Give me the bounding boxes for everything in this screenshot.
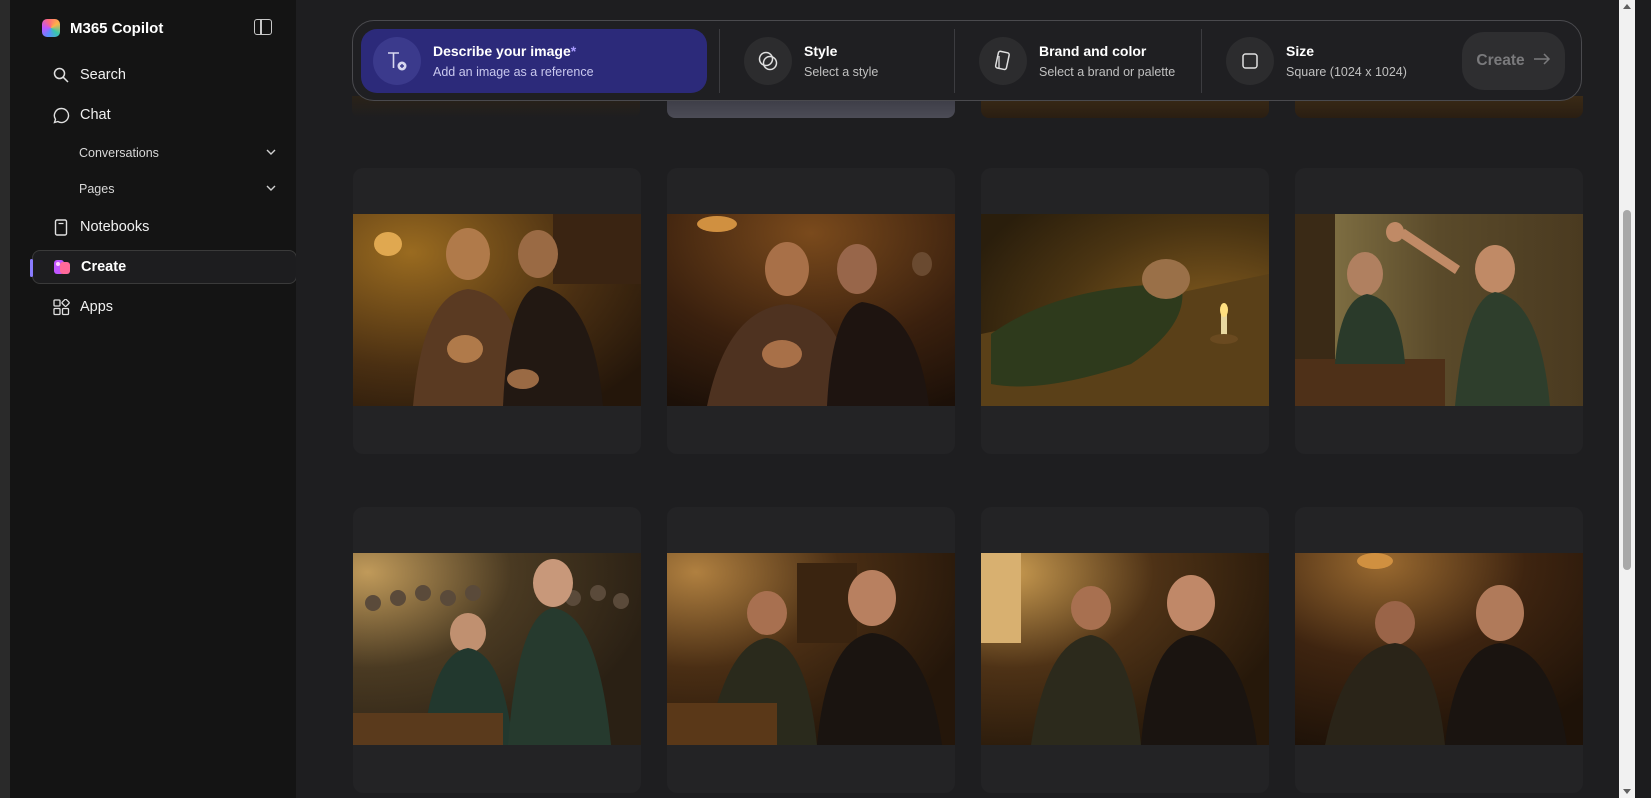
generated-image[interactable]	[1295, 553, 1583, 745]
sidebar-item-notebooks[interactable]: Notebooks	[32, 210, 297, 244]
sidebar-item-chat[interactable]: Chat	[32, 98, 297, 132]
style-label: Style	[804, 42, 838, 59]
generated-image[interactable]	[353, 553, 641, 745]
notebook-icon	[52, 218, 70, 236]
generated-image[interactable]	[667, 214, 955, 406]
describe-text: Describe your image* Add an image as a r…	[433, 41, 594, 81]
sidebar-item-create[interactable]: Create	[30, 250, 297, 284]
create-button[interactable]: Create	[1462, 32, 1565, 90]
toolbar-divider	[719, 28, 720, 93]
search-icon	[52, 66, 70, 84]
image-card[interactable]	[353, 507, 641, 793]
size-label: Size	[1286, 42, 1315, 59]
brand-sub: Select a brand or palette	[1039, 64, 1176, 79]
describe-image-button[interactable]: Describe your image* Add an image as a r…	[361, 28, 707, 93]
copilot-logo-icon	[42, 19, 60, 37]
sidebar: M365 Copilot Search Chat Conversations P…	[0, 0, 297, 798]
toolbar-divider	[1201, 28, 1202, 93]
create-icon	[53, 258, 71, 276]
sidebar-item-label: Chat	[80, 107, 111, 123]
brand-text: Brand and color Select a brand or palett…	[1039, 41, 1175, 81]
sidebar-item-label: Search	[80, 67, 126, 83]
style-button[interactable]: Style Select a style	[732, 29, 942, 93]
collapse-sidebar-icon[interactable]	[254, 19, 272, 35]
generated-image[interactable]	[667, 553, 955, 745]
image-card[interactable]	[353, 168, 641, 454]
scroll-down-icon[interactable]	[1623, 789, 1631, 794]
describe-label-text: Describe your image	[433, 42, 571, 59]
size-button[interactable]: Size Square (1024 x 1024)	[1214, 29, 1434, 93]
generated-image[interactable]	[1295, 214, 1583, 406]
image-card[interactable]	[981, 507, 1269, 793]
image-card[interactable]	[667, 507, 955, 793]
scroll-up-icon[interactable]	[1623, 4, 1631, 9]
chat-icon	[52, 106, 70, 124]
square-icon	[1226, 36, 1274, 85]
sidebar-item-label: Create	[81, 259, 127, 275]
brand-label: Brand and color	[1039, 42, 1147, 59]
image-card[interactable]	[1295, 507, 1583, 793]
image-card[interactable]	[667, 168, 955, 454]
image-prompt-toolbar: Describe your image* Add an image as a r…	[352, 20, 1582, 101]
sidebar-item-pages[interactable]: Pages	[32, 174, 297, 204]
style-sub: Select a style	[804, 64, 879, 79]
main-content: Describe your image* Add an image as a r…	[296, 0, 1635, 798]
sidebar-item-label: Notebooks	[80, 219, 150, 235]
sidebar-nav: Search Chat Conversations Pages Notebook…	[30, 58, 297, 330]
sidebar-header: M365 Copilot	[42, 14, 280, 42]
size-sub: Square (1024 x 1024)	[1286, 64, 1407, 79]
toolbar-divider	[954, 28, 955, 93]
sidebar-item-label: Apps	[80, 299, 114, 315]
active-indicator	[30, 259, 33, 277]
generated-image[interactable]	[981, 553, 1269, 745]
sidebar-item-search[interactable]: Search	[32, 58, 297, 92]
generated-image[interactable]	[981, 214, 1269, 406]
sidebar-item-label: Pages	[79, 182, 115, 196]
arrow-right-icon	[1533, 52, 1551, 71]
create-button-label: Create	[1476, 52, 1525, 69]
app-window: M365 Copilot Search Chat Conversations P…	[0, 0, 1651, 798]
style-icon	[744, 36, 792, 85]
describe-sub: Add an image as a reference	[433, 64, 594, 79]
required-asterisk: *	[570, 42, 577, 59]
text-add-image-icon	[373, 36, 421, 85]
sidebar-item-label: Conversations	[79, 146, 159, 160]
apps-icon	[52, 298, 70, 316]
style-text: Style Select a style	[804, 41, 878, 81]
size-text: Size Square (1024 x 1024)	[1286, 41, 1407, 81]
vertical-scrollbar[interactable]	[1619, 0, 1635, 798]
scrollbar-thumb[interactable]	[1623, 210, 1631, 570]
app-title: M365 Copilot	[70, 19, 164, 37]
image-card[interactable]	[981, 168, 1269, 454]
sidebar-item-conversations[interactable]: Conversations	[32, 138, 297, 168]
brand-color-button[interactable]: Brand and color Select a brand or palett…	[967, 29, 1189, 93]
sidebar-item-apps[interactable]: Apps	[32, 290, 297, 324]
describe-label: Describe your image*	[433, 41, 594, 61]
generated-image[interactable]	[353, 214, 641, 406]
image-card[interactable]	[1295, 168, 1583, 454]
brand-icon	[979, 36, 1027, 85]
chevron-down-icon[interactable]	[265, 146, 277, 158]
chevron-down-icon[interactable]	[265, 182, 277, 194]
